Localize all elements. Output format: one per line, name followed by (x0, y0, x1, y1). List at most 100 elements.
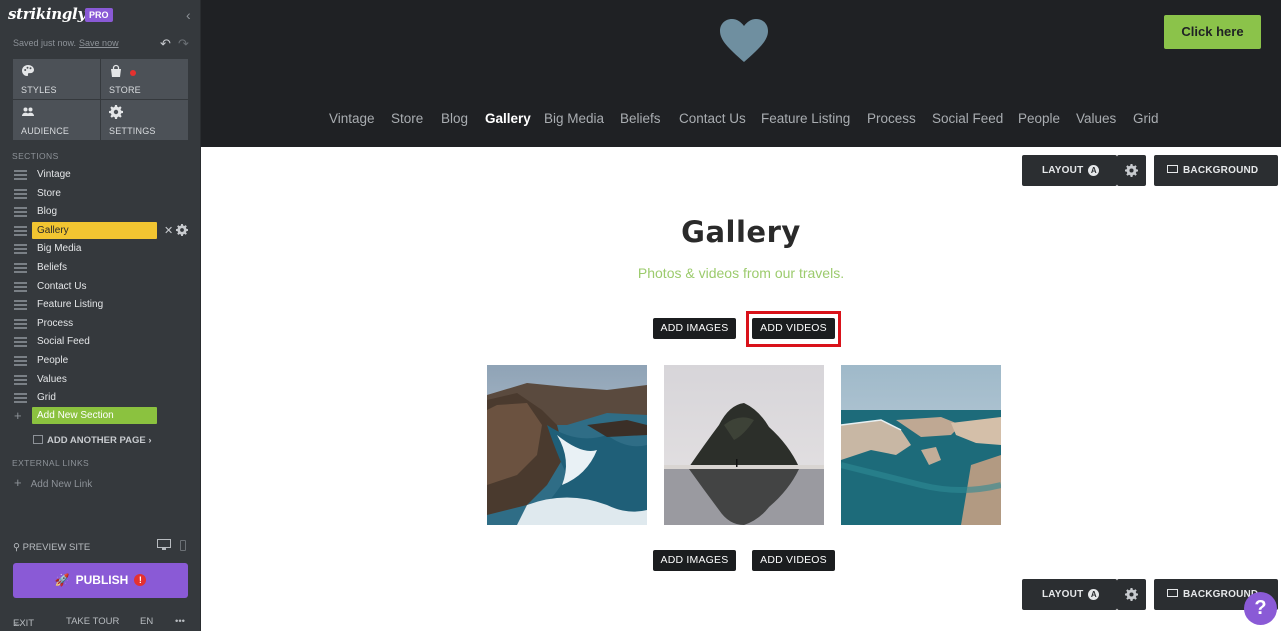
coastal-rocks-waves-photo[interactable] (487, 365, 647, 525)
nav-item-values[interactable]: Values (1076, 111, 1116, 126)
gallery-title[interactable]: Gallery (201, 215, 1281, 249)
nav-item-grid[interactable]: Grid (1133, 111, 1159, 126)
plus-icon: + (14, 408, 22, 423)
section-label: Process (37, 317, 74, 329)
image-icon (1167, 165, 1178, 173)
gear-icon[interactable] (176, 223, 188, 236)
section-settings-button-bottom[interactable] (1117, 579, 1146, 610)
section-list: Vintage Store Blog Gallery ✕ Big Media B… (0, 166, 201, 408)
exit-label: EXIT (13, 618, 35, 629)
gear-icon (1125, 164, 1138, 177)
gallery-subtitle[interactable]: Photos & videos from our travels. (201, 265, 1281, 281)
section-label: Values (37, 373, 67, 385)
strikingly-logo: strikingly (8, 5, 86, 23)
section-item[interactable]: Feature Listing (0, 296, 201, 315)
drag-handle-icon[interactable] (14, 318, 27, 329)
audience-tile[interactable]: AUDIENCE (13, 100, 100, 140)
drag-handle-icon[interactable] (14, 170, 27, 180)
add-new-link-button[interactable]: + Add New Link (14, 475, 92, 490)
save-now-link[interactable]: Save now (79, 38, 119, 48)
desktop-icon[interactable] (157, 539, 171, 551)
store-tile[interactable]: STORE (101, 59, 188, 99)
click-here-button[interactable]: Click here (1164, 15, 1261, 49)
add-new-link-label: Add New Link (30, 479, 93, 490)
nav-item-people[interactable]: People (1018, 111, 1060, 126)
help-button[interactable]: ? (1244, 592, 1277, 625)
language-button[interactable]: EN (140, 616, 153, 627)
add-images-button[interactable]: ADD IMAGES (653, 318, 736, 339)
nav-item-feature-listing[interactable]: Feature Listing (761, 111, 850, 126)
coastal-cliffs-aerial-photo[interactable] (841, 365, 1001, 525)
section-item-active[interactable]: Gallery ✕ (0, 221, 201, 241)
image-icon (1167, 589, 1178, 597)
section-item[interactable]: Contact Us (0, 278, 201, 297)
palette-icon (22, 65, 34, 76)
drag-handle-icon[interactable] (14, 244, 27, 255)
drag-handle-icon[interactable] (14, 281, 27, 292)
nav-item-vintage[interactable]: Vintage (329, 111, 375, 126)
drag-handle-icon[interactable] (14, 355, 27, 366)
add-videos-button-bottom[interactable]: ADD VIDEOS (752, 550, 835, 571)
section-item[interactable]: Grid (0, 389, 201, 408)
nav-item-contact-us[interactable]: Contact Us (679, 111, 746, 126)
drag-handle-icon[interactable] (14, 393, 27, 404)
section-label: Gallery (32, 221, 157, 239)
section-item[interactable]: People (0, 352, 201, 371)
redo-icon[interactable]: ↷ (178, 36, 189, 52)
nav-item-store[interactable]: Store (391, 111, 423, 126)
nav-item-gallery[interactable]: Gallery (485, 111, 531, 126)
nav-item-blog[interactable]: Blog (441, 111, 468, 126)
add-new-section-label: Add New Section (32, 407, 157, 424)
saved-text: Saved just now. (13, 38, 77, 48)
undo-icon[interactable]: ↶ (160, 36, 171, 52)
layout-badge: A (1088, 165, 1100, 176)
add-another-page-button[interactable]: ADD ANOTHER PAGE › (33, 435, 152, 446)
chevron-left-icon[interactable]: ‹ (186, 8, 196, 22)
close-icon[interactable]: ✕ (164, 224, 173, 237)
section-label: People (37, 354, 69, 366)
nav-item-process[interactable]: Process (867, 111, 916, 126)
styles-tile[interactable]: STYLES (13, 59, 100, 99)
drag-handle-icon[interactable] (14, 300, 27, 311)
mobile-icon[interactable] (180, 540, 186, 551)
sidebar-footer: ← EXIT TAKE TOUR EN ••• (0, 614, 201, 631)
drag-handle-icon[interactable] (14, 188, 27, 199)
add-another-page-label: ADD ANOTHER PAGE (47, 435, 146, 446)
pro-badge: PRO (85, 8, 113, 22)
settings-tile[interactable]: SETTINGS (101, 100, 188, 140)
site-canvas: Click here Vintage Store Blog Gallery Bi… (201, 0, 1281, 631)
section-item[interactable]: Vintage (0, 166, 201, 185)
layout-button-bottom[interactable]: LAYOUT A (1022, 579, 1117, 610)
add-new-section-button[interactable]: + Add New Section (0, 407, 201, 425)
layout-button[interactable]: LAYOUT A (1022, 155, 1117, 186)
more-icon[interactable]: ••• (175, 616, 185, 627)
section-item[interactable]: Social Feed (0, 333, 201, 352)
nav-item-social-feed[interactable]: Social Feed (932, 111, 1003, 126)
section-item[interactable]: Beliefs (0, 259, 201, 278)
heart-logo-icon[interactable] (718, 18, 770, 64)
preview-site-button[interactable]: ⚲ PREVIEW SITE (13, 542, 90, 553)
take-tour-button[interactable]: TAKE TOUR (66, 616, 119, 627)
section-settings-button[interactable] (1117, 155, 1146, 186)
section-item[interactable]: Values (0, 371, 201, 390)
background-button[interactable]: BACKGROUND (1154, 155, 1278, 186)
section-item[interactable]: Big Media (0, 240, 201, 259)
drag-handle-icon[interactable] (14, 374, 27, 385)
section-item[interactable]: Blog (0, 203, 201, 222)
nav-item-beliefs[interactable]: Beliefs (620, 111, 661, 126)
plus-icon: + (14, 475, 22, 490)
sea-stack-reflection-photo[interactable] (664, 365, 824, 525)
section-item[interactable]: Process (0, 315, 201, 334)
add-images-button-bottom[interactable]: ADD IMAGES (653, 550, 736, 571)
section-label: Vintage (37, 169, 71, 180)
nav-item-big-media[interactable]: Big Media (544, 111, 604, 126)
drag-handle-icon[interactable] (14, 207, 27, 218)
drag-handle-icon[interactable] (14, 225, 27, 236)
notification-dot (130, 70, 136, 76)
section-label: Beliefs (37, 261, 68, 273)
save-status: Saved just now. Save now (13, 38, 119, 48)
section-item[interactable]: Store (0, 185, 201, 204)
drag-handle-icon[interactable] (14, 262, 27, 273)
drag-handle-icon[interactable] (14, 337, 27, 348)
publish-button[interactable]: 🚀 PUBLISH! (13, 563, 188, 598)
